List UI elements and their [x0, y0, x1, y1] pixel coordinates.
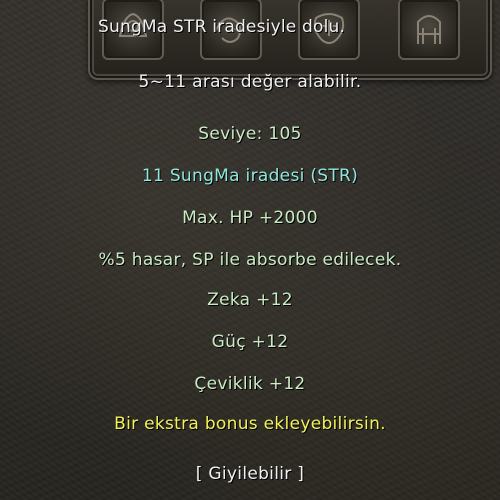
extra-bonus-note: Bir ekstra bonus ekleyebilirsin. — [114, 414, 386, 434]
bonus-intelligence: Zeka +12 — [207, 290, 293, 310]
socket-slot-icon — [398, 0, 460, 60]
bonus-dexterity: Çeviklik +12 — [194, 374, 306, 394]
bonus-strength: Güç +12 — [211, 332, 289, 352]
item-tooltip: SungMa STR iradesiyle dolu. 5~11 arası d… — [0, 0, 500, 500]
bonus-sp-absorb: %5 hasar, SP ile absorbe edilecek. — [98, 250, 402, 270]
socket-frame — [88, 0, 492, 80]
level-requirement: Seviye: 105 — [198, 124, 302, 144]
socket-description: SungMa STR iradesiyle dolu. — [98, 17, 346, 37]
socket-stone-name: 11 SungMa iradesi (STR) — [141, 166, 359, 186]
value-range-text: 5~11 arası değer alabilir. — [138, 72, 362, 92]
wearable-status: [ Giyilebilir ] — [195, 464, 305, 484]
bonus-max-hp: Max. HP +2000 — [182, 208, 318, 228]
